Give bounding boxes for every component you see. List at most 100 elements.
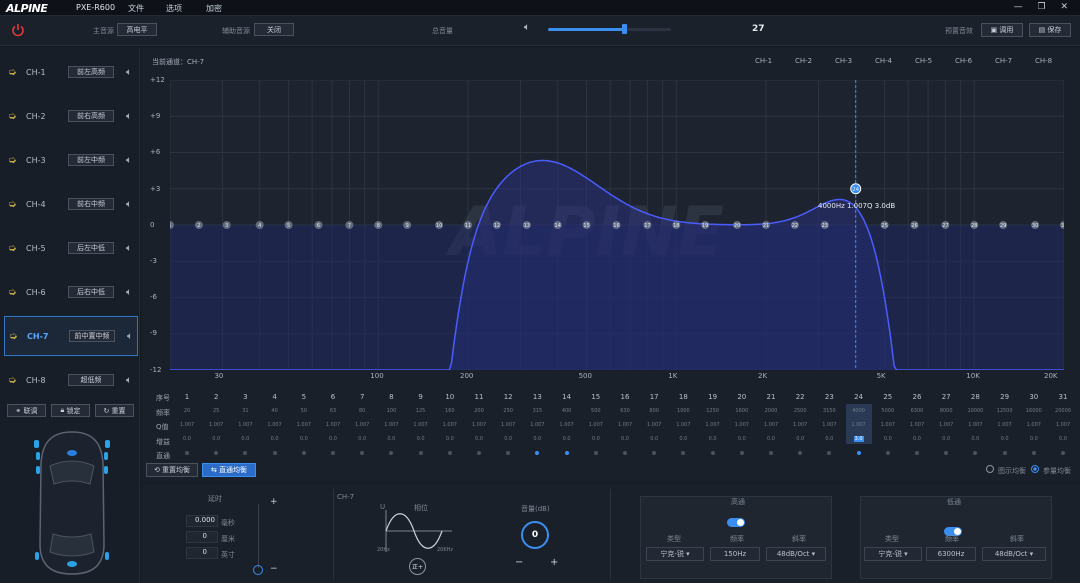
band-number[interactable]: 10 <box>440 393 460 401</box>
channel-link-icon[interactable]: ➭ <box>8 287 20 298</box>
band-gain[interactable]: 0.0 <box>1021 436 1047 442</box>
master-volume-slider[interactable] <box>548 28 671 31</box>
channel-mute-icon[interactable]: 🔈︎ <box>126 375 132 386</box>
band-freq[interactable]: 50 <box>291 408 317 414</box>
band-q[interactable]: 1.007 <box>378 422 404 428</box>
band-gain[interactable]: 0.0 <box>758 436 784 442</box>
band-q[interactable]: 1.007 <box>700 422 726 428</box>
band-number[interactable]: 14 <box>557 393 577 401</box>
band-q[interactable]: 1.007 <box>291 422 317 428</box>
band-q[interactable]: 1.007 <box>816 422 842 428</box>
band-bypass-dot[interactable] <box>331 451 335 455</box>
band-gain[interactable]: 0.0 <box>670 436 696 442</box>
master-volume-handle[interactable] <box>622 24 628 34</box>
band-q[interactable]: 1.007 <box>232 422 258 428</box>
channel-tag-button[interactable]: 前右中频 <box>68 198 114 210</box>
menu-encrypt[interactable]: 加密 <box>206 3 222 14</box>
band-bypass-dot[interactable] <box>185 451 189 455</box>
band-bypass-dot[interactable] <box>564 451 569 455</box>
band-number[interactable]: 23 <box>819 393 839 401</box>
band-freq[interactable]: 1000 <box>670 408 696 414</box>
channel-tag-button[interactable]: 前左中频 <box>68 154 114 166</box>
band-q[interactable]: 1.007 <box>174 422 200 428</box>
channel-mute-icon[interactable]: 🔈︎ <box>126 155 132 166</box>
band-freq[interactable]: 8000 <box>933 408 959 414</box>
band-gain[interactable]: 0.0 <box>554 436 580 442</box>
band-q[interactable]: 1.007 <box>1021 422 1047 428</box>
graphic-eq-radio[interactable] <box>986 465 994 473</box>
band-number[interactable]: 6 <box>323 393 343 401</box>
band-bypass-dot[interactable] <box>769 451 773 455</box>
band-gain[interactable]: 0.0 <box>992 436 1018 442</box>
legend-item[interactable]: CH-8 <box>1035 57 1052 65</box>
band-freq[interactable]: 20 <box>174 408 200 414</box>
band-bypass-dot[interactable] <box>593 451 598 455</box>
channel-mute-icon[interactable]: 🔈︎ <box>126 287 132 298</box>
channel-link-icon[interactable]: ➭ <box>8 243 20 254</box>
band-bypass-dot[interactable] <box>477 451 481 455</box>
channel-link-icon[interactable]: ➭ <box>8 375 20 386</box>
band-bypass-dot[interactable] <box>272 451 277 455</box>
delay-ms-input[interactable]: 0.000 <box>186 515 218 527</box>
channel-tag-button[interactable]: 前右高频 <box>68 110 114 122</box>
channel-link-icon[interactable]: ➭ <box>9 331 21 342</box>
legend-item[interactable]: CH-1 <box>755 57 772 65</box>
band-number[interactable]: 8 <box>381 393 401 401</box>
band-number[interactable]: 12 <box>498 393 518 401</box>
band-freq[interactable]: 800 <box>641 408 667 414</box>
channel-tag-button[interactable]: 后右中低 <box>68 286 114 298</box>
highpass-freq-input[interactable]: 150Hz <box>710 547 760 561</box>
band-freq[interactable]: 20000 <box>1050 408 1076 414</box>
band-q[interactable]: 1.007 <box>554 422 580 428</box>
band-q[interactable]: 1.007 <box>875 422 901 428</box>
band-q[interactable]: 1.007 <box>495 422 521 428</box>
band-freq[interactable]: 4000 <box>846 408 872 414</box>
band-freq[interactable]: 2500 <box>787 408 813 414</box>
band-q[interactable]: 1.007 <box>408 422 434 428</box>
gain-knob[interactable]: 0 <box>521 521 549 549</box>
gain-minus-icon[interactable]: − <box>515 557 523 568</box>
band-q[interactable]: 1.007 <box>641 422 667 428</box>
band-gain[interactable]: 0.0 <box>875 436 901 442</box>
channel-row-ch-6[interactable]: ➭ CH-6 后右中低 🔈︎ <box>4 272 138 312</box>
band-gain[interactable]: 0.0 <box>349 436 375 442</box>
band-freq[interactable]: 200 <box>466 408 492 414</box>
channel-tag-button[interactable]: 前左高频 <box>68 66 114 78</box>
band-q[interactable]: 1.007 <box>729 422 755 428</box>
main-source-select[interactable]: 高电平 <box>117 23 157 36</box>
band-gain[interactable]: 0.0 <box>962 436 988 442</box>
lock-button[interactable]: 🔒︎ 锁定 <box>51 404 90 417</box>
band-freq[interactable]: 6300 <box>904 408 930 414</box>
band-freq[interactable]: 25 <box>203 408 229 414</box>
band-q[interactable]: 1.007 <box>904 422 930 428</box>
band-bypass-dot[interactable] <box>301 451 306 455</box>
band-bypass-dot[interactable] <box>856 451 861 455</box>
band-freq[interactable]: 3150 <box>816 408 842 414</box>
band-bypass-dot[interactable] <box>915 451 919 455</box>
band-q[interactable]: 1.007 <box>933 422 959 428</box>
band-number[interactable]: 7 <box>352 393 372 401</box>
legend-item[interactable]: CH-6 <box>955 57 972 65</box>
delay-minus-icon[interactable]: − <box>270 564 278 574</box>
band-freq[interactable]: 630 <box>612 408 638 414</box>
legend-item[interactable]: CH-2 <box>795 57 812 65</box>
band-freq[interactable]: 63 <box>320 408 346 414</box>
band-q[interactable]: 1.007 <box>583 422 609 428</box>
menu-file[interactable]: 文件 <box>128 3 144 14</box>
legend-item[interactable]: CH-7 <box>995 57 1012 65</box>
band-freq[interactable]: 125 <box>408 408 434 414</box>
band-gain[interactable]: 0.0 <box>933 436 959 442</box>
band-number[interactable]: 29 <box>995 393 1015 401</box>
band-freq[interactable]: 315 <box>524 408 550 414</box>
band-q[interactable]: 1.007 <box>992 422 1018 428</box>
restore-eq-button[interactable]: ⟲ 重置均衡 <box>146 463 198 477</box>
band-q[interactable]: 1.007 <box>524 422 550 428</box>
channel-tag-button[interactable]: 超低频 <box>68 374 114 386</box>
band-gain[interactable]: 0.0 <box>320 436 346 442</box>
band-q[interactable]: 1.007 <box>1050 422 1076 428</box>
band-number[interactable]: 3 <box>235 393 255 401</box>
legend-item[interactable]: CH-4 <box>875 57 892 65</box>
band-number[interactable]: 5 <box>294 393 314 401</box>
band-number[interactable]: 17 <box>644 393 664 401</box>
band-gain[interactable]: 0.0 <box>524 436 550 442</box>
